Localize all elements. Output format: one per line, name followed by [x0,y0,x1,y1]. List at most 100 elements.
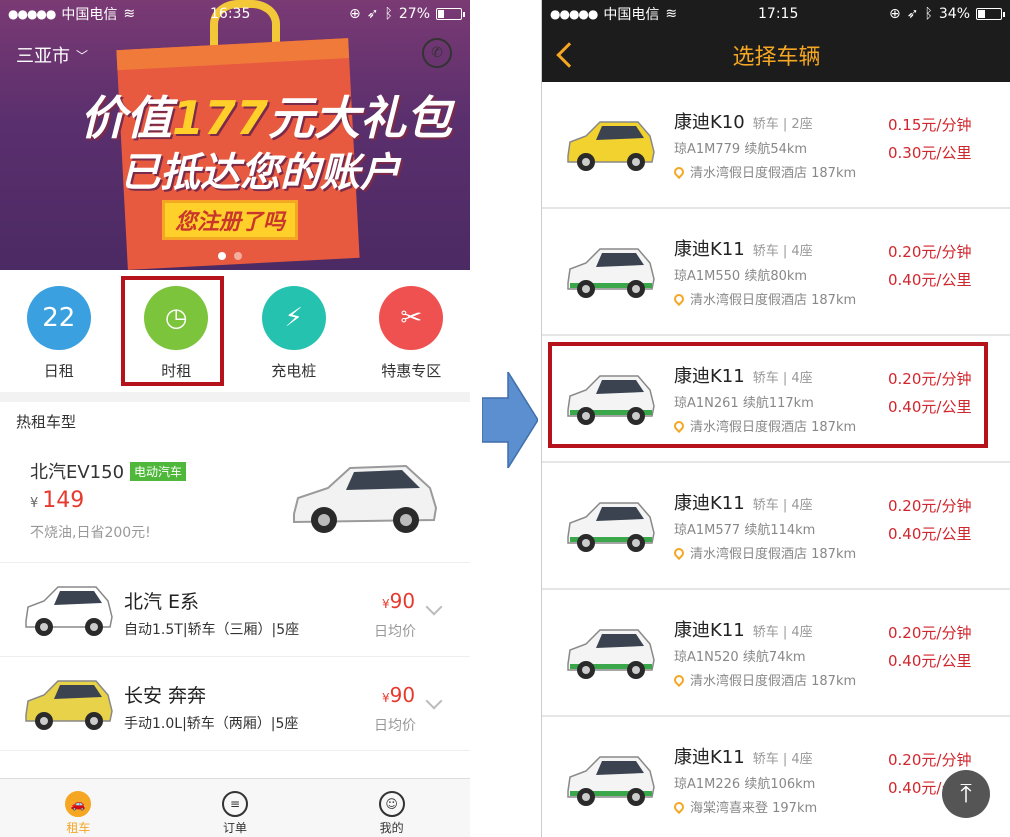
car-spec: 手动1.0L|轿车（两厢）|5座 [124,716,299,732]
car-price: ¥90 [382,589,416,613]
status-bar: ●●●●● 中国电信 ≋ 16:35 ⊕ ➶ ᛒ 27% [0,0,470,28]
banner-subline: 已抵达您的账户 [120,150,400,196]
vehicle-row[interactable]: 康迪K11 轿车 | 4座 琼A1M226 续航106km 海棠湾喜来登 197k… [542,717,1010,837]
chevron-down-icon[interactable] [425,692,443,710]
vehicle-select-screen: ●●●●● 中国电信 ≋ 17:15 ⊕ ➶ ᛒ 34% 选择车辆 康迪K10 轿车 | 2… [541,0,1010,837]
bottom-tab-bar: 🚗 租车 ≡ 订单 ☺ 我的 [0,778,470,837]
battery-level [978,10,986,18]
tab-label: 租车 [66,821,91,835]
rotation-lock-icon: ⊕ [349,6,361,22]
vehicle-plate-range: 琼A1M550 续航80km [674,269,808,284]
promo-banner[interactable]: 价值177元大礼包 已抵达您的账户 您注册了吗 三亚市 ﹀ ✆ [0,0,470,270]
vehicle-name: 康迪K11 [674,493,745,514]
vehicle-name: 康迪K11 [674,747,745,768]
hot-car-price: ¥149 [30,488,85,513]
clock: 17:15 [758,6,799,22]
ticket-icon: ✂ [379,286,444,350]
tab-list[interactable]: ≡ 订单 [157,779,314,837]
vehicle-row[interactable]: 康迪K11 轿车 | 4座 琼A1M577 续航114km 清水湾假日度假酒店 1… [542,463,1010,590]
car-price-label: 日均价 [374,624,416,640]
vehicle-image [560,495,660,559]
location-pin-icon [671,291,687,306]
highlight-frame-hourly [121,276,224,386]
home-screen: 价值177元大礼包 已抵达您的账户 您注册了吗 三亚市 ﹀ ✆ ●●●●● 中国电信… [0,0,470,837]
wifi-icon: ≋ [665,6,678,22]
bluetooth-icon: ᛒ [384,6,393,22]
vehicle-name: 康迪K11 [674,239,745,260]
signal-icon: ●●●●● [550,7,598,21]
vehicle-location: 清水湾假日度假酒店 187km [690,166,857,181]
phone-call-icon[interactable]: ✆ [422,38,452,68]
location-pin-icon [671,164,687,179]
quick-action-2[interactable]: ⚡ 充电桩 [235,270,353,392]
location-pin-icon [671,672,687,687]
car-list-row[interactable]: 长安 奔奔 手动1.0L|轿车（两厢）|5座 ¥90 日均价 [0,656,470,750]
register-prompt-button[interactable]: 您注册了吗 [162,200,298,240]
vehicle-list: 康迪K10 轿车 | 2座 琼A1M779 续航54km 清水湾假日度假酒店 18… [542,82,1010,837]
composite-screenshot: 价值177元大礼包 已抵达您的账户 您注册了吗 三亚市 ﹀ ✆ ●●●●● 中国电信… [0,0,1010,837]
battery-level [438,10,444,18]
price-per-km: 0.40元/公里 [888,525,972,543]
vehicle-plate-range: 琼A1M577 续航114km [674,523,816,538]
price-per-minute: 0.20元/分钟 [888,751,972,769]
quick-action-0[interactable]: 22 日租 [0,270,118,392]
quick-actions: 22 日租 ◷ 时租 ⚡ 充电桩 ✂ 特惠专区 [0,270,470,392]
back-to-top-button[interactable]: ⤒ [942,770,990,818]
charging-plug-icon: ⚡ [261,286,326,350]
vehicle-type: 轿车 | 4座 [752,498,813,513]
bluetooth-icon: ᛒ [924,6,933,22]
battery-icon [976,8,1005,20]
price-per-minute: 0.20元/分钟 [888,243,972,261]
price-per-minute: 0.20元/分钟 [888,624,972,642]
car-image [293,464,438,533]
vehicle-row[interactable]: 康迪K11 轿车 | 4座 琼A1N520 续航74km 清水湾假日度假酒店 18… [542,590,1010,717]
carousel-dots[interactable] [218,252,242,260]
car-list-row[interactable]: 北汽 E系 自动1.5T|轿车（三厢）|5座 ¥90 日均价 [0,562,470,656]
vehicle-plate-range: 琼A1N520 续航74km [674,650,806,665]
car-name: 北汽 E系 [124,591,200,613]
signal-icon: ●●●●● [8,7,56,21]
vehicle-type: 轿车 | 4座 [752,752,813,767]
vehicle-row[interactable]: 康迪K11 轿车 | 4座 琼A1M550 续航80km 清水湾假日度假酒店 18… [542,209,1010,336]
car-spec: 自动1.5T|轿车（三厢）|5座 [124,622,300,638]
vehicle-location: 海棠湾喜来登 197km [690,801,818,816]
chevron-down-icon[interactable] [425,598,443,616]
price-per-km: 0.40元/公里 [888,271,972,289]
calendar-icon: 22 [26,286,91,350]
location-arrow-icon: ➶ [366,6,379,22]
vehicle-location: 清水湾假日度假酒店 187km [690,547,857,562]
highlight-frame-selected-vehicle [548,342,988,448]
vehicle-image [560,622,660,686]
car-price-label: 日均价 [374,718,416,734]
banner-amount: 177 [172,91,269,145]
tab-label: 我的 [379,821,404,835]
vehicle-type: 轿车 | 4座 [752,244,813,259]
quick-action-label: 充电桩 [271,362,317,380]
page-title: 选择车辆 [732,45,821,70]
nav-bar: 选择车辆 [542,28,1010,82]
car-name: 长安 奔奔 [124,685,207,707]
vehicle-plate-range: 琼A1M226 续航106km [674,777,816,792]
hot-car-card[interactable]: 北汽EV150 电动汽车 ¥149 不烧油,日省200元! [0,440,470,562]
back-chevron-icon[interactable] [556,42,582,68]
chevron-down-icon: ﹀ [76,48,89,63]
wifi-icon: ≋ [123,6,136,22]
list-icon: ≡ [222,791,248,817]
vehicle-plate-range: 琼A1M779 续航54km [674,142,808,157]
price-per-km: 0.40元/公里 [888,652,972,670]
city-selector[interactable]: 三亚市 ﹀ [16,42,88,68]
car-price: ¥90 [382,683,416,707]
tab-user[interactable]: ☺ 我的 [313,779,470,837]
location-pin-icon [671,545,687,560]
vehicle-type: 轿车 | 4座 [752,625,813,640]
location-arrow-icon: ➶ [906,6,919,22]
status-bar: ●●●●● 中国电信 ≋ 17:15 ⊕ ➶ ᛒ 34% [542,0,1010,28]
tab-car[interactable]: 🚗 租车 [0,779,157,837]
price-per-minute: 0.15元/分钟 [888,116,972,134]
vehicle-name: 康迪K10 [674,112,745,133]
vehicle-row[interactable]: 康迪K10 轿车 | 2座 琼A1M779 续航54km 清水湾假日度假酒店 18… [542,82,1010,209]
car-image [18,673,118,737]
battery-icon [436,8,465,20]
quick-action-3[interactable]: ✂ 特惠专区 [353,270,471,392]
car-icon: 🚗 [65,791,92,817]
